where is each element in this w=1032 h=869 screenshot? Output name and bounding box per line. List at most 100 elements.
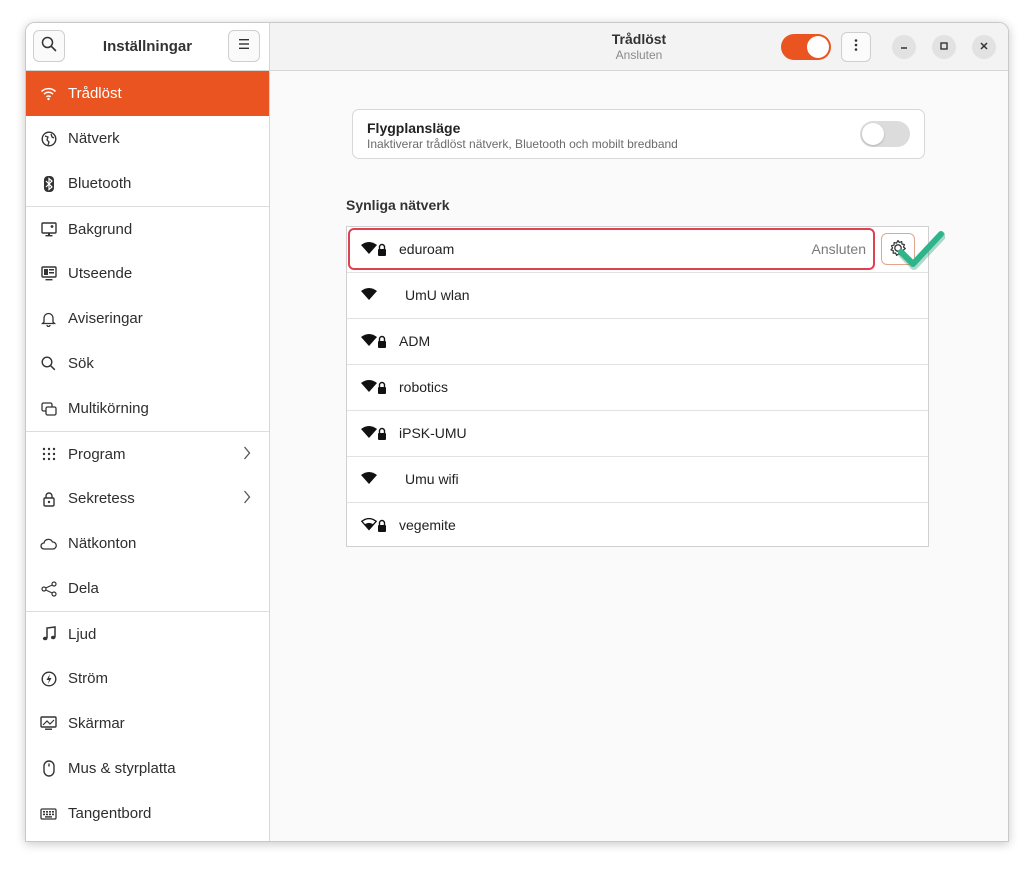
sidebar-item-label: Multikörning	[68, 400, 149, 417]
wireless-toggle[interactable]	[781, 34, 831, 60]
apps-grid-icon	[40, 446, 57, 463]
network-row-robotics[interactable]: robotics	[347, 365, 928, 411]
close-icon	[979, 38, 989, 56]
share-icon	[40, 580, 57, 597]
checkmark-icon	[897, 228, 946, 275]
search-icon	[41, 36, 57, 57]
sidebar-item-keyboard[interactable]: Tangentbord	[26, 791, 269, 836]
sidebar-item-background[interactable]: Bakgrund	[26, 206, 269, 251]
sidebar-item-online-accounts[interactable]: Nätkonton	[26, 521, 269, 566]
sidebar-item-label: Ljud	[68, 625, 97, 643]
sidebar-item-mouse-touchpad[interactable]: Mus & styrplatta	[26, 746, 269, 791]
main-panel: Trådlöst Ansluten Flygplansläge Inaktive…	[270, 23, 1008, 841]
multitasking-icon	[40, 400, 57, 417]
sidebar-item-label: Ström	[68, 670, 109, 687]
mouse-icon	[40, 760, 57, 777]
power-icon	[40, 670, 57, 687]
airplane-mode-title: Flygplansläge	[367, 120, 461, 136]
chevron-right-icon	[243, 489, 251, 509]
chevron-right-icon	[243, 445, 251, 465]
sidebar-item-label: Aviseringar	[68, 310, 143, 327]
vertical-dots-icon	[854, 38, 858, 57]
music-note-icon	[40, 626, 57, 643]
sidebar-item-label: Sekretess	[68, 490, 135, 507]
visible-networks-title: Synliga nätverk	[346, 197, 450, 213]
network-name: robotics	[399, 379, 449, 395]
sidebar-item-multitasking[interactable]: Multikörning	[26, 386, 269, 431]
sidebar-item-bluetooth[interactable]: Bluetooth	[26, 161, 269, 206]
network-status: Ansluten	[811, 241, 866, 257]
sidebar-item-label: Skärmar	[68, 715, 125, 732]
sidebar-item-label: Tangentbord	[68, 805, 152, 822]
airplane-mode-toggle[interactable]	[860, 121, 910, 147]
sidebar-item-displays[interactable]: Skärmar	[26, 701, 269, 746]
more-options-button[interactable]	[841, 32, 871, 62]
network-row-umu-wlan[interactable]: UmU wlan	[347, 273, 928, 319]
main-menu-button[interactable]	[228, 30, 260, 62]
network-row-adm[interactable]: ADM	[347, 319, 928, 365]
sidebar-item-label: Program	[68, 445, 126, 463]
wifi-locked-icon	[361, 242, 387, 259]
wifi-locked-icon	[361, 380, 387, 397]
network-row-umu-wifi[interactable]: Umu wifi	[347, 457, 928, 503]
cloud-icon	[40, 535, 57, 552]
sidebar-item-privacy[interactable]: Sekretess	[26, 476, 269, 521]
sidebar-item-label: Sök	[68, 355, 94, 372]
sidebar-item-label: Trådlöst	[68, 85, 122, 102]
minimize-icon	[899, 38, 909, 56]
display-icon	[40, 715, 57, 732]
bell-icon	[40, 310, 57, 327]
wifi-icon	[40, 85, 57, 102]
wifi-icon	[361, 288, 387, 305]
sidebar-item-label: Nätkonton	[68, 535, 137, 552]
network-icon	[40, 130, 57, 147]
search-button[interactable]	[33, 30, 65, 62]
appearance-icon	[40, 265, 57, 282]
header-bar: Trådlöst Ansluten	[270, 23, 1008, 71]
search-icon	[40, 355, 57, 372]
minimize-button[interactable]	[892, 35, 916, 59]
sidebar-item-appearance[interactable]: Utseende	[26, 251, 269, 296]
sidebar-item-notifications[interactable]: Aviseringar	[26, 296, 269, 341]
airplane-mode-description: Inaktiverar trådlöst nätverk, Bluetooth …	[367, 137, 678, 151]
sidebar-item-label: Nätverk	[68, 130, 120, 147]
wifi-weak-locked-icon	[360, 517, 387, 535]
bluetooth-icon	[40, 175, 57, 192]
sidebar-item-sound[interactable]: Ljud	[26, 611, 269, 656]
sidebar-item-label: Mus & styrplatta	[68, 760, 176, 777]
sidebar-item-power[interactable]: Ström	[26, 656, 269, 701]
keyboard-icon	[40, 805, 57, 822]
close-button[interactable]	[972, 35, 996, 59]
wifi-icon	[361, 472, 387, 489]
network-name: ADM	[399, 333, 431, 349]
sidebar-item-label: Bluetooth	[68, 175, 132, 192]
background-icon	[40, 221, 57, 238]
hamburger-icon	[237, 37, 251, 55]
sidebar-header: Inställningar	[26, 23, 269, 71]
network-name: Umu wifi	[405, 471, 459, 487]
sidebar-item-label: Bakgrund	[68, 220, 133, 238]
sidebar: Inställningar Trådlöst Nätverk Bluetooth…	[26, 23, 270, 841]
network-name: eduroam	[399, 241, 455, 257]
wifi-locked-icon	[361, 426, 387, 443]
sidebar-item-wireless[interactable]: Trådlöst	[26, 71, 269, 116]
network-row-ipsk-umu[interactable]: iPSK-UMU	[347, 411, 928, 457]
settings-window: Inställningar Trådlöst Nätverk Bluetooth…	[25, 22, 1009, 842]
network-name: iPSK-UMU	[399, 425, 467, 441]
maximize-button[interactable]	[932, 35, 956, 59]
wifi-locked-icon	[361, 334, 387, 351]
sidebar-title: Inställningar	[102, 38, 193, 55]
sidebar-item-search[interactable]: Sök	[26, 341, 269, 386]
sidebar-item-label: Dela	[68, 580, 99, 597]
airplane-mode-card: Flygplansläge Inaktiverar trådlöst nätve…	[352, 109, 925, 159]
lock-icon	[40, 490, 57, 507]
sidebar-item-network[interactable]: Nätverk	[26, 116, 269, 161]
network-row-eduroam[interactable]: eduroam Ansluten	[347, 227, 928, 273]
sidebar-item-sharing[interactable]: Dela	[26, 566, 269, 611]
network-name: UmU wlan	[405, 287, 470, 303]
network-list: eduroam Ansluten UmU wlan ADM robotics i…	[346, 226, 929, 547]
sidebar-item-label: Utseende	[68, 265, 133, 282]
sidebar-item-apps[interactable]: Program	[26, 431, 269, 476]
network-row-vegemite[interactable]: vegemite	[347, 503, 928, 549]
network-name: vegemite	[399, 517, 456, 533]
